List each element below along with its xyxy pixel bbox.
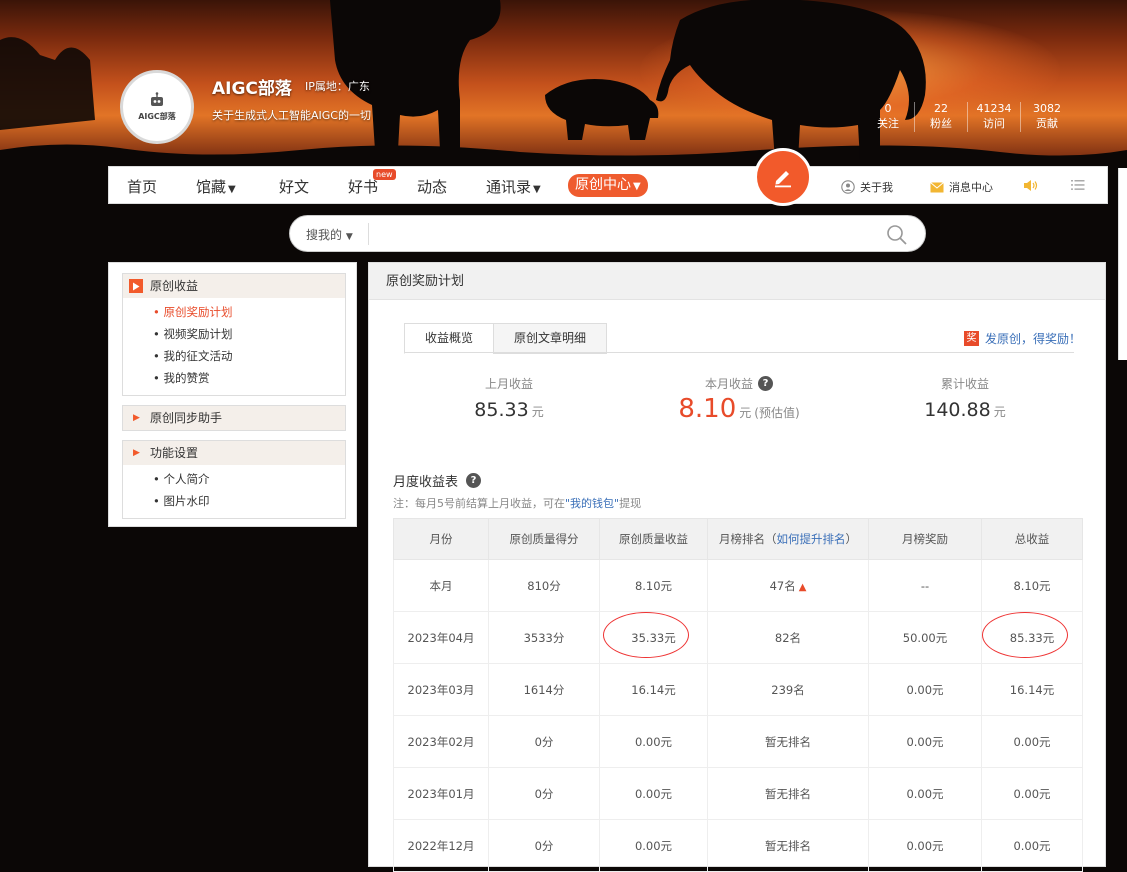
list-menu-icon (1071, 180, 1085, 190)
sidebar-item-profile-intro[interactable]: • 个人简介 (123, 468, 345, 490)
my-wallet-link[interactable]: "我的钱包" (565, 497, 619, 510)
speaker-icon (1024, 180, 1038, 191)
summary-total: 累计收益 140.88 元 (924, 376, 1006, 422)
monthly-income-table: 月份 原创质量得分 原创质量收益 月榜排名（如何提升排名） 月榜奖励 总收益 本… (393, 518, 1083, 872)
nav-collection[interactable]: 馆藏 ▼ (196, 176, 236, 197)
caret-down-icon: ▼ (345, 232, 353, 242)
caret-down-icon: ▼ (533, 184, 541, 195)
main-nav: 首页 馆藏 ▼ 好文 好书 new 动态 通讯录 ▼ 原创中心 ▼ 关于我 消息中心 (108, 148, 1108, 206)
page-title: 原创奖励计划 (369, 263, 1105, 300)
new-badge: new (373, 169, 396, 180)
highlight-circle: 85.33元 (981, 611, 1069, 658)
table-row: 2023年04月 3533分 35.33元 82名 50.00元 85.33元 (393, 611, 1083, 664)
play-arrow-icon: ▶ (133, 448, 140, 458)
stat-following[interactable]: 0 关注 (862, 102, 915, 132)
nav-messages[interactable]: 消息中心 (930, 179, 993, 195)
blog-title[interactable]: AIGC部落 (212, 74, 292, 99)
col-quality-income: 原创质量收益 (599, 518, 708, 560)
income-tabs: 收益概览 原创文章明细 (404, 323, 608, 354)
sidebar-group-settings: ▶ 功能设置 • 个人简介 • 图片水印 (122, 440, 346, 519)
robot-icon (151, 92, 163, 106)
stat-visits[interactable]: 41234 访问 (968, 102, 1021, 132)
stat-contribution[interactable]: 3082 贡献 (1021, 102, 1073, 132)
col-monthly-rank: 月榜排名（如何提升排名） (707, 518, 869, 560)
summary-last-month: 上月收益 85.33 元 (474, 376, 544, 422)
last-month-value: 85.33 (474, 399, 529, 421)
settlement-note: 注：每月5号前结算上月收益，可在"我的钱包"提现 (393, 497, 642, 510)
col-rank-reward: 月榜奖励 (868, 518, 982, 560)
caret-down-icon: ▼ (633, 181, 641, 192)
nav-good-articles[interactable]: 好文 (279, 176, 309, 197)
sidebar-item-image-watermark[interactable]: • 图片水印 (123, 490, 345, 512)
search-icon[interactable] (886, 224, 908, 246)
sidebar-group-original-income: 原创收益 • 原创奖励计划 • 视频奖励计划 • 我的征文活动 • 我的赞赏 (122, 273, 346, 396)
profile-stats: 0 关注 22 粉丝 41234 访问 3082 贡献 (862, 102, 1073, 132)
sidebar-group-title[interactable]: 原创收益 (123, 274, 345, 298)
nav-about-me[interactable]: 关于我 (841, 179, 893, 195)
menu-toggle[interactable] (1071, 179, 1090, 191)
summary-this-month: 本月收益? 8.10 元 (预估值) (678, 375, 800, 424)
sidebar: 原创收益 • 原创奖励计划 • 视频奖励计划 • 我的征文活动 • 我的赞赏 ▶… (108, 262, 357, 527)
tab-income-overview[interactable]: 收益概览 (404, 323, 495, 354)
side-scrollbar[interactable] (1118, 168, 1127, 360)
ip-location: IP属地：广东 (305, 80, 370, 93)
rank-up-arrow-icon: ▲ (798, 581, 807, 593)
table-row: 本月 810分 8.10元 47名 ▲ -- 8.10元 (393, 559, 1083, 612)
sidebar-item-original-reward[interactable]: • 原创奖励计划 (123, 301, 345, 323)
caret-down-icon: ▼ (228, 184, 236, 195)
nav-home[interactable]: 首页 (127, 176, 157, 197)
col-month: 月份 (393, 518, 489, 560)
search-divider (368, 223, 369, 245)
nav-activity[interactable]: 动态 (417, 176, 447, 197)
blog-description: 关于生成式人工智能AIGC的一切 (212, 109, 371, 122)
write-article-button[interactable] (754, 148, 812, 206)
monthly-table-title: 月度收益表 ? (393, 471, 482, 490)
col-quality-score: 原创质量得分 (488, 518, 600, 560)
tab-article-details[interactable]: 原创文章明细 (493, 323, 608, 354)
sidebar-item-essay-contest[interactable]: • 我的征文活动 (123, 345, 345, 367)
table-row: 2023年03月 1614分 16.14元 239名 0.00元 16.14元 (393, 663, 1083, 716)
table-header-row: 月份 原创质量得分 原创质量收益 月榜排名（如何提升排名） 月榜奖励 总收益 (393, 518, 1083, 560)
total-value: 140.88 (924, 399, 991, 421)
play-arrow-icon (129, 279, 143, 293)
table-row: 2022年12月 0分 0.00元 暂无排名 0.00元 0.00元 (393, 819, 1083, 872)
search-scope-select[interactable]: 搜我的 ▼ (306, 226, 353, 243)
reward-tag-icon: 奖 (964, 331, 979, 346)
user-icon (841, 180, 855, 194)
search-bar: 搜我的 ▼ (289, 215, 926, 252)
play-arrow-icon: ▶ (133, 413, 140, 423)
help-icon[interactable]: ? (466, 473, 482, 488)
search-input[interactable] (374, 220, 858, 249)
avatar-text: AIGC部落 (138, 112, 176, 121)
table-row: 2023年01月 0分 0.00元 暂无排名 0.00元 0.00元 (393, 767, 1083, 820)
sidebar-group-title[interactable]: ▶ 功能设置 (123, 441, 345, 465)
stat-fans[interactable]: 22 粉丝 (915, 102, 968, 132)
how-to-improve-rank-link[interactable]: 如何提升排名 (777, 532, 846, 546)
sidebar-item-my-tips[interactable]: • 我的赞赏 (123, 367, 345, 389)
nav-contacts[interactable]: 通讯录 ▼ (486, 176, 541, 197)
reward-link[interactable]: 奖 发原创，得奖励！ (964, 330, 1081, 347)
envelope-icon (930, 181, 944, 192)
col-total-income: 总收益 (981, 518, 1083, 560)
this-month-value: 8.10 (678, 394, 737, 424)
sidebar-item-video-reward[interactable]: • 视频奖励计划 (123, 323, 345, 345)
pencil-icon (775, 171, 791, 188)
help-icon[interactable]: ? (758, 375, 773, 391)
sidebar-group-sync-assistant: ▶ 原创同步助手 (122, 405, 346, 431)
sidebar-group-title[interactable]: ▶ 原创同步助手 (123, 406, 345, 430)
table-row: 2023年02月 0分 0.00元 暂无排名 0.00元 0.00元 (393, 715, 1083, 768)
sound-toggle[interactable] (1023, 179, 1044, 192)
avatar[interactable]: AIGC部落 (120, 70, 194, 144)
nav-original-center[interactable]: 原创中心 ▼ (568, 174, 648, 197)
nav-good-books[interactable]: 好书 new (348, 169, 396, 197)
tab-divider (404, 352, 1074, 353)
highlight-circle: 35.33元 (603, 611, 690, 658)
main-panel: 原创奖励计划 收益概览 原创文章明细 奖 发原创，得奖励！ 上月收益 85.33… (368, 262, 1106, 872)
